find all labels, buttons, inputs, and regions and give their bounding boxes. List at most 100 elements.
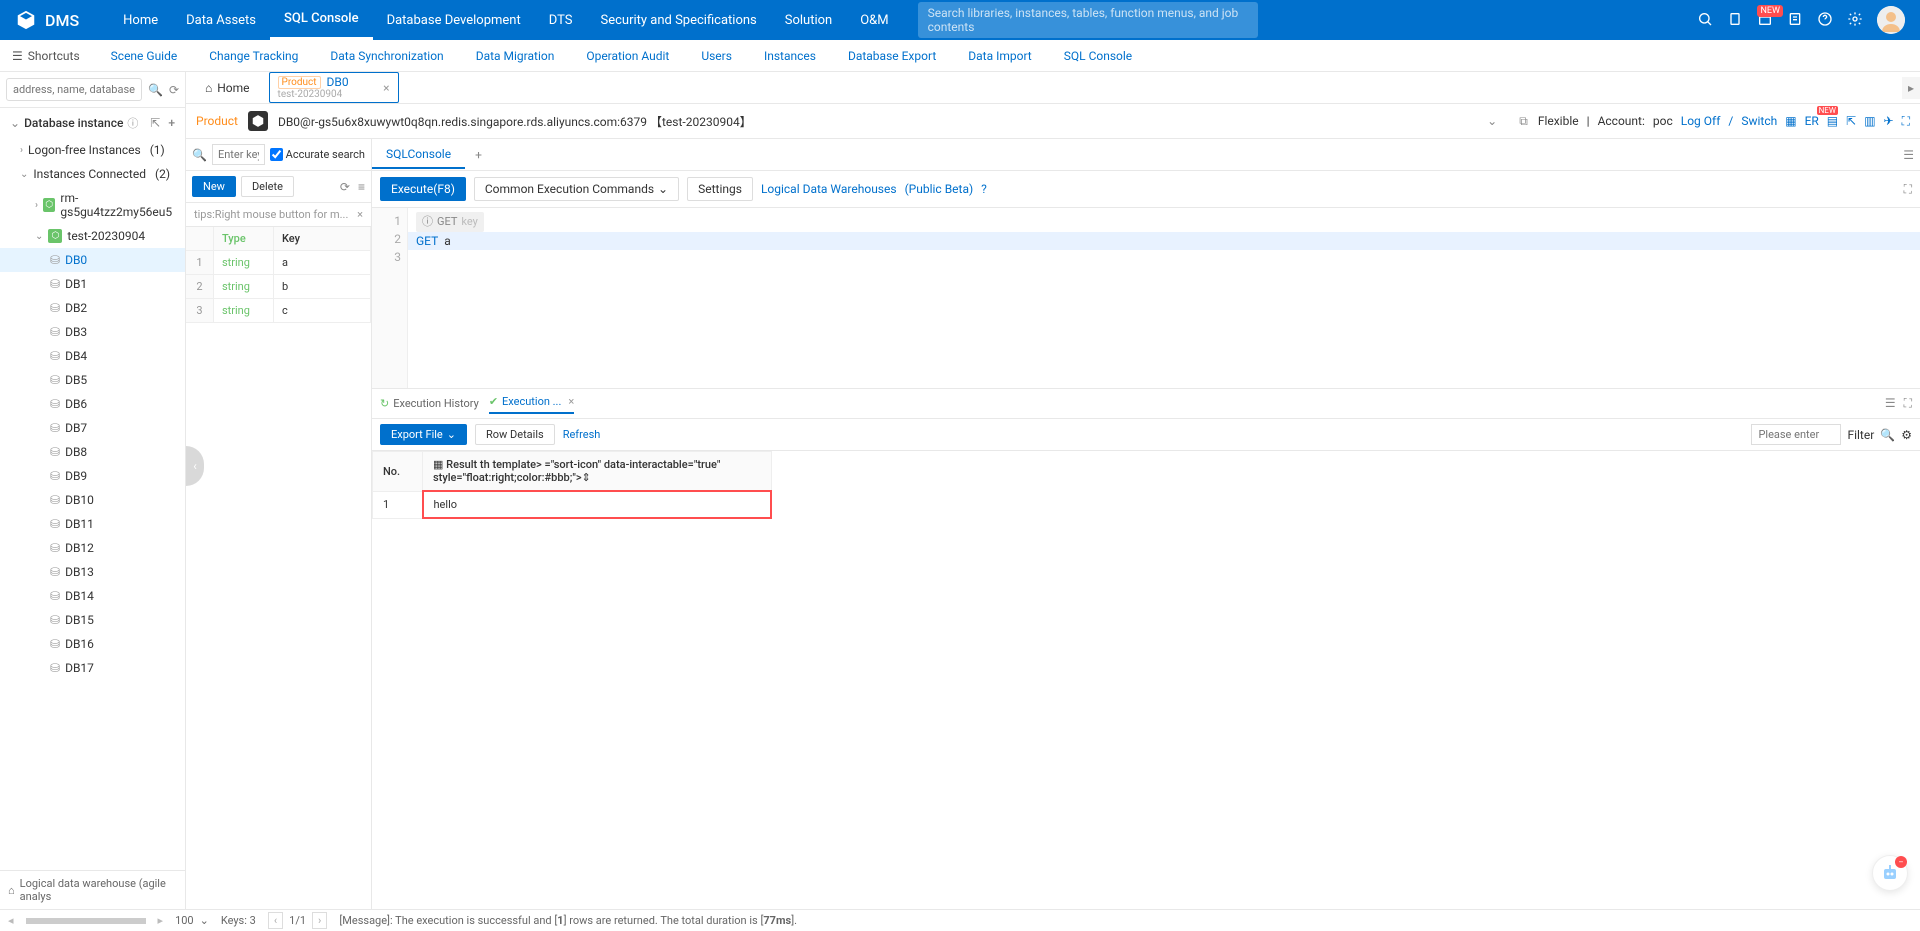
instance-rm[interactable]: › ⬡ rm-gs5gu4tzz2my56eu5 — [0, 186, 185, 224]
app-logo[interactable]: DMS — [15, 9, 79, 31]
db-item-db10[interactable]: ⛁DB10 — [0, 488, 185, 512]
logon-free-instances[interactable]: › Logon-free Instances (1) — [0, 138, 185, 162]
refresh-link[interactable]: Refresh — [563, 428, 601, 441]
common-commands-button[interactable]: Common Execution Commands ⌄ — [474, 177, 679, 201]
sublink-data-migration[interactable]: Data Migration — [460, 49, 571, 63]
col-no-header[interactable]: No. — [373, 452, 423, 492]
db-item-db11[interactable]: ⛁DB11 — [0, 512, 185, 536]
db-item-db0[interactable]: ⛁DB0 — [0, 248, 185, 272]
clipboard-icon[interactable] — [1727, 11, 1743, 30]
home-tab[interactable]: ⌂ Home — [192, 76, 263, 100]
key-row[interactable]: 2stringb — [186, 275, 371, 299]
nav-item-security-and-specifications[interactable]: Security and Specifications — [586, 0, 770, 40]
filter-input[interactable] — [1751, 424, 1841, 445]
sublink-users[interactable]: Users — [685, 49, 748, 63]
db-item-db1[interactable]: ⛁DB1 — [0, 272, 185, 296]
delete-key-button[interactable]: Delete — [241, 176, 294, 197]
sublink-database-export[interactable]: Database Export — [832, 49, 952, 63]
search-icon[interactable] — [1697, 11, 1713, 30]
db-item-db14[interactable]: ⛁DB14 — [0, 584, 185, 608]
key-row[interactable]: 3stringc — [186, 299, 371, 323]
col-type-header[interactable]: Type — [214, 227, 274, 251]
gear-icon[interactable]: ⚙ — [1901, 428, 1912, 442]
instances-connected[interactable]: ⌄ Instances Connected (2) — [0, 162, 185, 186]
prev-page-button[interactable]: ‹ — [268, 912, 283, 929]
new-key-button[interactable]: New — [192, 176, 236, 197]
close-icon[interactable]: × — [357, 208, 363, 221]
fullscreen-icon[interactable]: ⛶ — [1904, 182, 1912, 197]
external-icon[interactable]: ⇱ — [1846, 114, 1856, 128]
accurate-search-checkbox[interactable]: Accurate search — [270, 148, 365, 161]
cell-result[interactable]: hello — [423, 491, 772, 518]
db-item-db4[interactable]: ⛁DB4 — [0, 344, 185, 368]
row-details-button[interactable]: Row Details — [475, 424, 555, 445]
table-icon[interactable]: ▤ — [1827, 114, 1838, 128]
er-link[interactable]: ER NEW — [1805, 114, 1819, 128]
nav-item-o-m[interactable]: O&M — [846, 0, 902, 40]
sidebar-search-input[interactable] — [6, 78, 142, 101]
sqlconsole-tab[interactable]: SQLConsole — [372, 141, 465, 169]
nav-item-data-assets[interactable]: Data Assets — [172, 0, 270, 40]
next-page-button[interactable]: › — [312, 912, 327, 929]
sidebar-footer[interactable]: ⌂ Logical data warehouse (agile analys — [0, 870, 185, 909]
execution-result-tab[interactable]: ✔ Execution ... × — [489, 395, 574, 414]
settings-button[interactable]: Settings — [687, 177, 753, 201]
logoff-link[interactable]: Log Off — [1681, 114, 1721, 128]
sublink-change-tracking[interactable]: Change Tracking — [193, 49, 314, 63]
db-item-db7[interactable]: ⛁DB7 — [0, 416, 185, 440]
send-icon[interactable]: ✈ — [1884, 114, 1894, 128]
scrollbar[interactable] — [26, 918, 146, 924]
execution-history-tab[interactable]: ↻ Execution History — [380, 397, 479, 410]
help-icon[interactable] — [1817, 11, 1833, 30]
scroll-right-icon[interactable]: ▸ — [158, 914, 164, 927]
code-editor[interactable]: 1 2 3 ⓘ GET key — [372, 208, 1920, 388]
col-result-header[interactable]: ▦ Result th template> ="sort-icon" data-… — [423, 452, 772, 492]
sublink-sql-console[interactable]: SQL Console — [1048, 49, 1148, 63]
chatbot-button[interactable]: – — [1872, 855, 1908, 891]
calendar-icon[interactable]: NEW — [1757, 11, 1773, 30]
instance-test[interactable]: ⌄ ⬡ test-20230904 — [0, 224, 185, 248]
nav-item-sql-console[interactable]: SQL Console — [270, 0, 373, 40]
task-icon[interactable] — [1787, 11, 1803, 30]
add-tab-icon[interactable]: + — [465, 142, 492, 168]
db-item-db13[interactable]: ⛁DB13 — [0, 560, 185, 584]
menu-icon[interactable]: ≡ — [358, 180, 365, 194]
accurate-checkbox-input[interactable] — [270, 148, 283, 161]
add-icon[interactable]: + — [168, 116, 175, 130]
db-item-db12[interactable]: ⛁DB12 — [0, 536, 185, 560]
db-item-db15[interactable]: ⛁DB15 — [0, 608, 185, 632]
gear-icon[interactable] — [1847, 11, 1863, 30]
table-row[interactable]: 1 hello — [373, 491, 772, 518]
user-avatar[interactable] — [1877, 6, 1905, 34]
db-item-db6[interactable]: ⛁DB6 — [0, 392, 185, 416]
col-key-header[interactable]: Key — [274, 227, 371, 251]
expand-icon[interactable]: ⇱ — [150, 116, 160, 130]
chevron-down-icon[interactable]: ⌄ — [1483, 110, 1501, 132]
menu-icon[interactable]: ☰ — [1885, 396, 1896, 411]
expand-tabs-icon[interactable]: ▸ — [1902, 77, 1920, 99]
chevron-down-icon[interactable]: ⌄ — [10, 116, 20, 130]
shortcuts-button[interactable]: ☰ Shortcuts — [12, 49, 95, 63]
grid-icon[interactable]: ▦ — [1785, 114, 1796, 128]
refresh-icon[interactable]: ⟳ — [169, 83, 179, 97]
db-item-db17[interactable]: ⛁DB17 — [0, 656, 185, 680]
info-icon[interactable]: ⓘ — [127, 115, 138, 131]
db-item-db8[interactable]: ⛁DB8 — [0, 440, 185, 464]
page-size-selector[interactable]: 100 ⌄ — [175, 914, 209, 927]
sublink-operation-audit[interactable]: Operation Audit — [570, 49, 685, 63]
sublink-instances[interactable]: Instances — [748, 49, 832, 63]
db-item-db9[interactable]: ⛁DB9 — [0, 464, 185, 488]
key-row[interactable]: 1stringa — [186, 251, 371, 275]
refresh-icon[interactable]: ⟳ — [340, 180, 350, 194]
db-item-db3[interactable]: ⛁DB3 — [0, 320, 185, 344]
nav-item-solution[interactable]: Solution — [771, 0, 846, 40]
execute-button[interactable]: Execute(F8) — [380, 177, 466, 201]
code-content[interactable]: ⓘ GET key GET a — [408, 208, 1920, 388]
nav-item-home[interactable]: Home — [109, 0, 172, 40]
nav-item-dts[interactable]: DTS — [535, 0, 587, 40]
sublink-scene-guide[interactable]: Scene Guide — [95, 49, 194, 63]
nav-item-database-development[interactable]: Database Development — [373, 0, 535, 40]
fullscreen-icon[interactable]: ⛶ — [1904, 396, 1912, 411]
search-icon[interactable]: 🔍 — [1880, 428, 1895, 442]
tabs-menu-icon[interactable]: ☰ — [1897, 142, 1920, 168]
